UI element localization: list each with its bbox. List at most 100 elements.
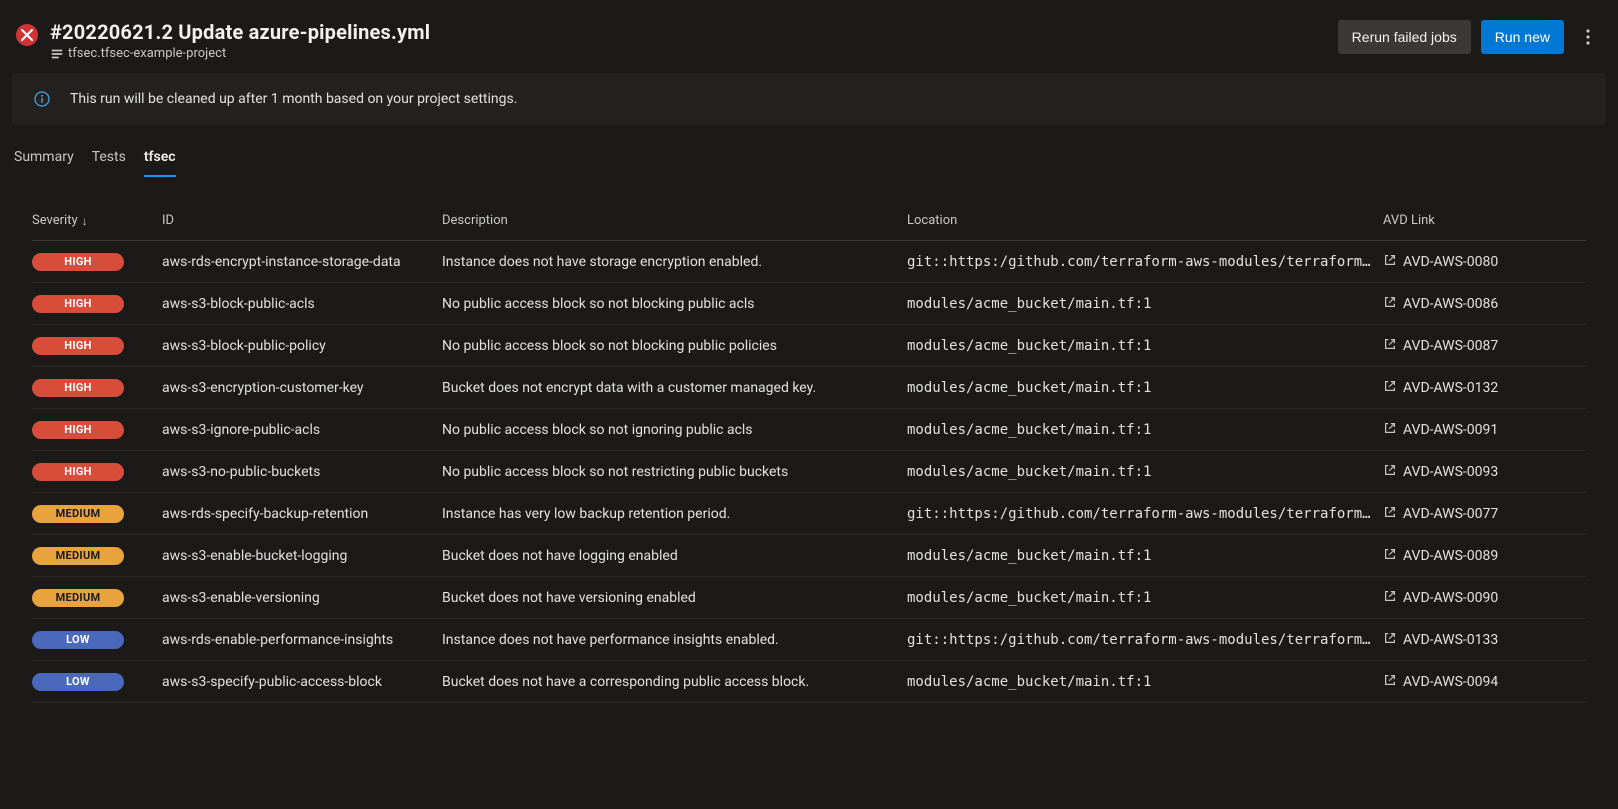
severity-badge: HIGH bbox=[32, 253, 124, 271]
external-link-icon bbox=[1383, 253, 1397, 271]
more-actions-button[interactable] bbox=[1574, 23, 1602, 51]
tab-tests[interactable]: Tests bbox=[92, 149, 126, 177]
tab-tfsec[interactable]: tfsec bbox=[144, 149, 176, 177]
cell-avd-link[interactable]: AVD-AWS-0094 bbox=[1383, 673, 1553, 691]
external-link-icon bbox=[1383, 421, 1397, 439]
avd-link-text: AVD-AWS-0086 bbox=[1403, 296, 1498, 312]
cell-id: aws-s3-no-public-buckets bbox=[162, 464, 442, 480]
cell-avd-link[interactable]: AVD-AWS-0093 bbox=[1383, 463, 1553, 481]
table-header-row: Severity ↓ ID Description Location AVD L… bbox=[32, 205, 1586, 241]
cell-location: git::https:/github.com/terraform-aws-mod… bbox=[907, 506, 1383, 522]
cell-description: No public access block so not blocking p… bbox=[442, 296, 907, 312]
kebab-icon bbox=[1586, 29, 1590, 45]
cell-location: git::https:/github.com/terraform-aws-mod… bbox=[907, 254, 1383, 270]
cell-description: Bucket does not have a corresponding pub… bbox=[442, 674, 907, 690]
findings-table: Severity ↓ ID Description Location AVD L… bbox=[32, 205, 1586, 703]
table-row[interactable]: MEDIUM aws-s3-enable-versioningBucket doe… bbox=[32, 577, 1586, 619]
severity-badge: HIGH bbox=[32, 379, 124, 397]
breadcrumb[interactable]: tfsec.tfsec-example-project bbox=[50, 46, 430, 61]
cell-location: modules/acme_bucket/main.tf:1 bbox=[907, 590, 1383, 606]
info-icon bbox=[34, 91, 50, 107]
severity-badge: MEDIUM bbox=[32, 547, 124, 565]
cell-description: No public access block so not blocking p… bbox=[442, 338, 907, 354]
table-row[interactable]: HIGHaws-s3-ignore-public-aclsNo public a… bbox=[32, 409, 1586, 451]
severity-badge: HIGH bbox=[32, 421, 124, 439]
severity-badge: MEDIUM bbox=[32, 505, 124, 523]
cell-id: aws-s3-enable-bucket-logging bbox=[162, 548, 442, 564]
run-new-button[interactable]: Run new bbox=[1481, 20, 1564, 54]
cell-location: modules/acme_bucket/main.tf:1 bbox=[907, 338, 1383, 354]
external-link-icon bbox=[1383, 673, 1397, 691]
cell-id: aws-rds-enable-performance-insights bbox=[162, 632, 442, 648]
cell-id: aws-s3-ignore-public-acls bbox=[162, 422, 442, 438]
col-header-severity-label: Severity bbox=[32, 213, 78, 228]
cell-location: git::https:/github.com/terraform-aws-mod… bbox=[907, 632, 1383, 648]
col-header-id[interactable]: ID bbox=[162, 213, 442, 228]
avd-link-text: AVD-AWS-0091 bbox=[1403, 422, 1498, 438]
cell-avd-link[interactable]: AVD-AWS-0090 bbox=[1383, 589, 1553, 607]
cell-id: aws-rds-encrypt-instance-storage-data bbox=[162, 254, 442, 270]
external-link-icon bbox=[1383, 295, 1397, 313]
cell-description: Bucket does not encrypt data with a cust… bbox=[442, 380, 907, 396]
table-row[interactable]: HIGH aws-rds-encrypt-instance-storage-dat… bbox=[32, 241, 1586, 283]
col-header-location[interactable]: Location bbox=[907, 213, 1383, 228]
table-row[interactable]: HIGHaws-s3-encryption-customer-keyBucket… bbox=[32, 367, 1586, 409]
status-failed-icon bbox=[16, 24, 38, 46]
run-header: #20220621.2 Update azure-pipelines.yml t… bbox=[12, 12, 1606, 73]
cell-description: Instance does not have storage encryptio… bbox=[442, 254, 907, 270]
cell-id: aws-s3-specify-public-access-block bbox=[162, 674, 442, 690]
cell-description: Bucket does not have logging enabled bbox=[442, 548, 907, 564]
cell-location: modules/acme_bucket/main.tf:1 bbox=[907, 380, 1383, 396]
cell-id: aws-rds-specify-backup-retention bbox=[162, 506, 442, 522]
col-header-severity[interactable]: Severity ↓ bbox=[32, 213, 162, 228]
table-row[interactable]: HIGHaws-s3-no-public-bucketsNo public ac… bbox=[32, 451, 1586, 493]
cell-avd-link[interactable]: AVD-AWS-0077 bbox=[1383, 505, 1553, 523]
cell-avd-link[interactable]: AVD-AWS-0132 bbox=[1383, 379, 1553, 397]
cell-id: aws-s3-block-public-policy bbox=[162, 338, 442, 354]
table-row[interactable]: HIGHaws-s3-block-public-aclsNo public ac… bbox=[32, 283, 1586, 325]
external-link-icon bbox=[1383, 589, 1397, 607]
severity-badge: LOW bbox=[32, 631, 124, 649]
tab-bar: Summary Tests tfsec bbox=[12, 149, 1606, 177]
run-title: #20220621.2 Update azure-pipelines.yml bbox=[50, 20, 430, 44]
external-link-icon bbox=[1383, 547, 1397, 565]
cell-location: modules/acme_bucket/main.tf:1 bbox=[907, 296, 1383, 312]
severity-badge: HIGH bbox=[32, 337, 124, 355]
avd-link-text: AVD-AWS-0094 bbox=[1403, 674, 1498, 690]
table-row[interactable]: MEDIUM aws-s3-enable-bucket-loggingBucket… bbox=[32, 535, 1586, 577]
cell-avd-link[interactable]: AVD-AWS-0089 bbox=[1383, 547, 1553, 565]
avd-link-text: AVD-AWS-0133 bbox=[1403, 632, 1498, 648]
col-header-avd[interactable]: AVD Link bbox=[1383, 213, 1553, 228]
table-row[interactable]: MEDIUM aws-rds-specify-backup-retentionIn… bbox=[32, 493, 1586, 535]
cell-avd-link[interactable]: AVD-AWS-0087 bbox=[1383, 337, 1553, 355]
severity-badge: HIGH bbox=[32, 295, 124, 313]
cell-location: modules/acme_bucket/main.tf:1 bbox=[907, 422, 1383, 438]
col-header-description[interactable]: Description bbox=[442, 213, 907, 228]
avd-link-text: AVD-AWS-0077 bbox=[1403, 506, 1498, 522]
tab-summary[interactable]: Summary bbox=[14, 149, 74, 177]
cell-location: modules/acme_bucket/main.tf:1 bbox=[907, 464, 1383, 480]
cell-avd-link[interactable]: AVD-AWS-0091 bbox=[1383, 421, 1553, 439]
cell-location: modules/acme_bucket/main.tf:1 bbox=[907, 674, 1383, 690]
avd-link-text: AVD-AWS-0093 bbox=[1403, 464, 1498, 480]
cell-avd-link[interactable]: AVD-AWS-0086 bbox=[1383, 295, 1553, 313]
avd-link-text: AVD-AWS-0089 bbox=[1403, 548, 1498, 564]
avd-link-text: AVD-AWS-0132 bbox=[1403, 380, 1498, 396]
table-row[interactable]: LOW aws-rds-enable-performance-insightsIn… bbox=[32, 619, 1586, 661]
external-link-icon bbox=[1383, 463, 1397, 481]
cell-description: Instance has very low backup retention p… bbox=[442, 506, 907, 522]
cell-description: Bucket does not have versioning enabled bbox=[442, 590, 907, 606]
cell-description: No public access block so not restrictin… bbox=[442, 464, 907, 480]
breadcrumb-text: tfsec.tfsec-example-project bbox=[68, 46, 226, 61]
table-row[interactable]: LOWaws-s3-specify-public-access-blockBuc… bbox=[32, 661, 1586, 703]
cell-avd-link[interactable]: AVD-AWS-0133 bbox=[1383, 631, 1553, 649]
avd-link-text: AVD-AWS-0087 bbox=[1403, 338, 1498, 354]
table-row[interactable]: HIGH aws-s3-block-public-policyNo public … bbox=[32, 325, 1586, 367]
cell-description: Instance does not have performance insig… bbox=[442, 632, 907, 648]
severity-badge: MEDIUM bbox=[32, 589, 124, 607]
avd-link-text: AVD-AWS-0080 bbox=[1403, 254, 1498, 270]
rerun-failed-button[interactable]: Rerun failed jobs bbox=[1338, 20, 1471, 54]
cell-id: aws-s3-enable-versioning bbox=[162, 590, 442, 606]
cell-avd-link[interactable]: AVD-AWS-0080 bbox=[1383, 253, 1553, 271]
external-link-icon bbox=[1383, 631, 1397, 649]
